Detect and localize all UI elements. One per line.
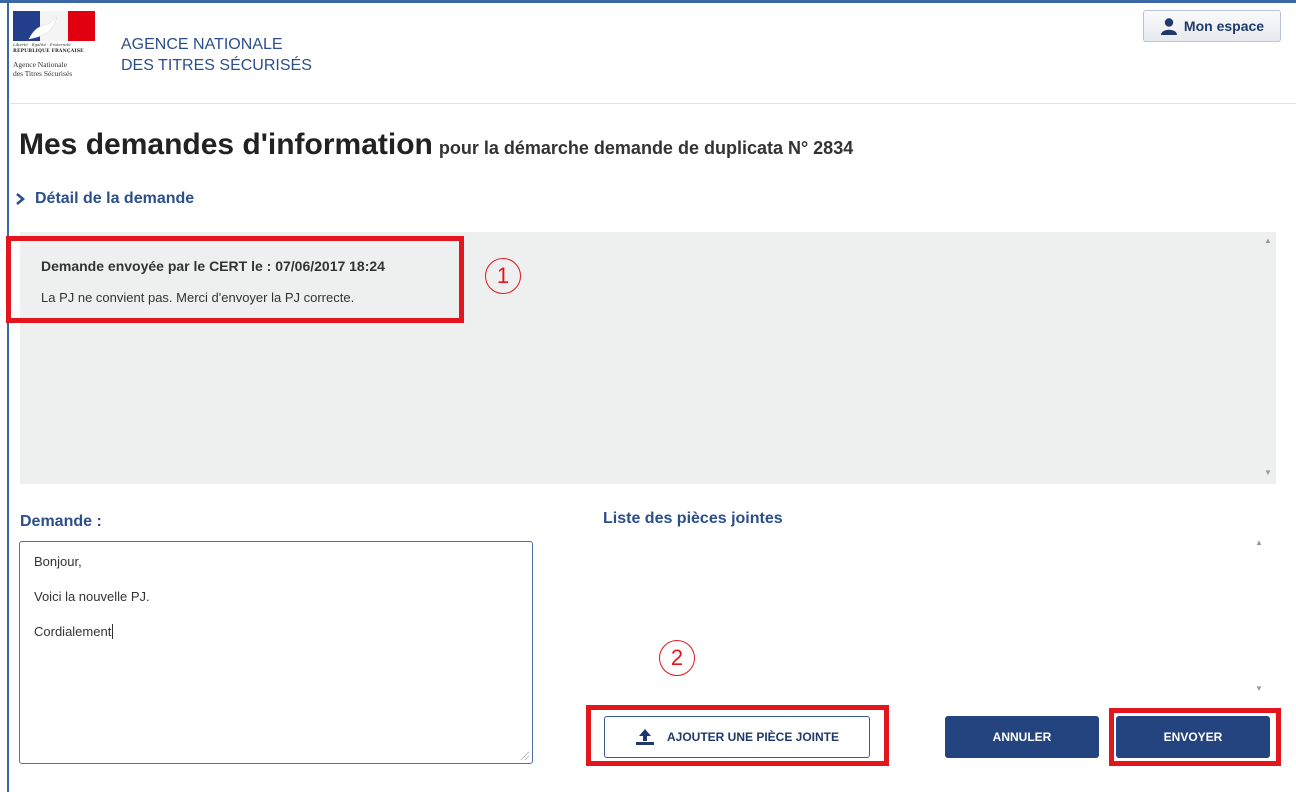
mon-espace-label: Mon espace: [1183, 18, 1265, 34]
annotation-box-send: [1109, 708, 1281, 766]
agency-name: AGENCE NATIONALE DES TITRES SÉCURISÉS: [121, 34, 312, 76]
page-title: Mes demandes d'information pour la démarc…: [19, 128, 853, 162]
detail-toggle-label: Détail de la demande: [35, 190, 195, 207]
resize-handle[interactable]: [519, 750, 529, 760]
page-title-sub: pour la démarche demande de duplicata N°…: [438, 138, 854, 158]
scroll-down-icon[interactable]: ▼: [1255, 684, 1263, 693]
request-line: Cordialement: [34, 624, 114, 639]
left-border: [7, 0, 9, 792]
scroll-down-icon[interactable]: ▼: [1264, 468, 1272, 477]
header-divider: [10, 103, 1296, 104]
logo-republic: RÉPUBLIQUE FRANÇAISE: [13, 49, 84, 54]
page-title-main: Mes demandes d'information: [19, 128, 433, 161]
scroll-up-icon[interactable]: ▲: [1255, 538, 1263, 547]
annotation-box-message: [6, 236, 464, 323]
user-icon: [1160, 18, 1177, 35]
annotation-box-attach: [586, 705, 889, 766]
attachments-label: Liste des pièces jointes: [603, 510, 783, 527]
top-border: [0, 0, 1296, 3]
request-line: Voici la nouvelle PJ.: [34, 589, 150, 604]
detail-toggle[interactable]: Détail de la demande: [15, 190, 194, 208]
request-line: Bonjour,: [34, 554, 82, 569]
attachments-list[interactable]: [603, 533, 1269, 701]
logo-motto: Liberté · Égalité · Fraternité: [13, 42, 71, 47]
annotation-number: 2: [659, 640, 695, 676]
agency-name-line1: AGENCE NATIONALE: [121, 36, 283, 53]
mon-espace-button[interactable]: Mon espace: [1143, 10, 1281, 42]
message-scrollbar[interactable]: ▲ ▼: [1261, 236, 1275, 480]
request-label: Demande :: [20, 513, 102, 530]
flag-icon: [13, 11, 95, 41]
attachments-scrollbar[interactable]: ▲ ▼: [1252, 538, 1266, 698]
annotation-number: 1: [485, 258, 521, 294]
request-textarea[interactable]: Bonjour, Voici la nouvelle PJ. Cordialem…: [19, 541, 533, 764]
logo-agency: Agence Nationale des Titres Sécurisés: [13, 60, 73, 78]
cancel-button[interactable]: ANNULER: [945, 716, 1099, 758]
scroll-up-icon[interactable]: ▲: [1264, 236, 1272, 245]
chevron-right-icon: [16, 193, 25, 205]
agency-name-line2: DES TITRES SÉCURISÉS: [121, 57, 312, 74]
republique-logo[interactable]: Liberté · Égalité · Fraternité RÉPUBLIQU…: [13, 11, 95, 91]
marianne-icon: [28, 16, 58, 40]
